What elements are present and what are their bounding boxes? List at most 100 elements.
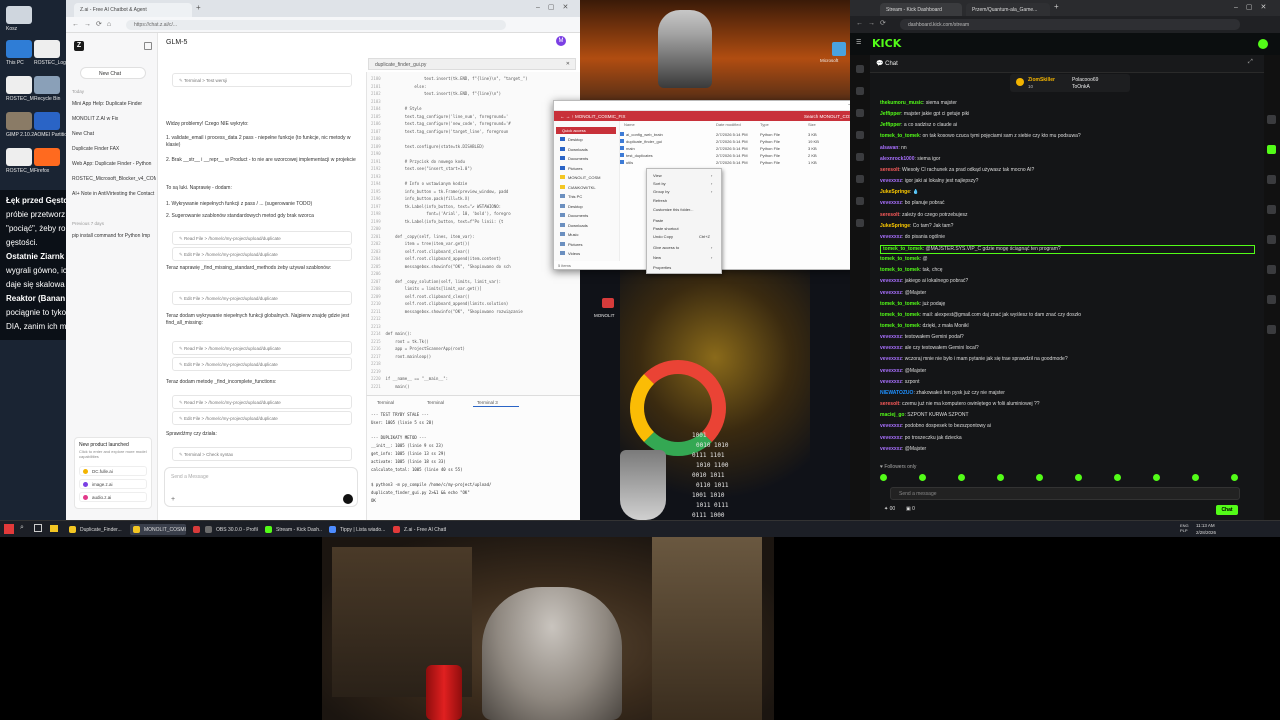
window-controls[interactable]: –▢✕ [536,3,576,11]
chat-message[interactable]: vevexxxz: igor jaki ai lokalny jest najl… [880,178,1255,184]
chat-message[interactable]: tomek_to_tomek: mail: alexpest@gmail.com… [880,312,1255,318]
tool-rail-icon[interactable] [1267,265,1276,274]
explorer-nav-item[interactable]: Downloads [560,222,588,228]
explorer-nav-item[interactable]: Pictures [560,241,582,247]
chat-username[interactable]: seresolt [880,167,899,173]
sidebar-nav-icon[interactable] [856,131,864,139]
chat-username[interactable]: tomek_to_tomek [880,133,920,139]
chat-username[interactable]: alexnrock1000 [880,156,914,162]
sidebar-toggle-icon[interactable] [144,42,152,50]
chat-username[interactable]: tomek_to_tomek [880,312,920,318]
chat-username[interactable]: alsavan [880,145,898,151]
chat-username[interactable]: JukeSpringe [880,223,910,229]
start-button[interactable] [4,524,14,534]
explorer-file-row[interactable]: test_duplicates 2/7/2026 5:14 PM Python Fi… [620,152,882,159]
chat-message[interactable]: vevexxxz: szpont [880,379,1255,385]
tool-rail-icon[interactable] [1267,205,1276,214]
attach-icon[interactable]: + [171,496,175,503]
chat-username[interactable]: tomek_to_tomek [883,246,923,252]
explorer-address[interactable]: ← → ↑ MONOLIT_COSMIC_FIX Search MONOLIT_… [554,111,882,121]
emote-icon[interactable] [1075,474,1082,481]
sidebar-nav-icon[interactable] [856,87,864,95]
emote-icon[interactable] [1036,474,1043,481]
desktop-folder-icon[interactable] [602,298,614,308]
explorer-nav-item[interactable]: Documents [560,156,588,161]
desktop-shortcut-icon[interactable] [6,148,32,166]
chat-message[interactable]: NIEWATOZUO: zhakowałeś ten pysk już czy … [880,390,1255,396]
chat-message[interactable]: seresolt: czemu już nie ma komputero owi… [880,401,1255,407]
nav-buttons[interactable]: ←→⟳ [856,19,891,27]
explorer-column-header[interactable]: Type [760,122,769,127]
profile-avatar[interactable] [1258,39,1268,49]
new-chat-button[interactable]: New Chat [80,67,146,79]
tool-rail-icon[interactable] [1267,235,1276,244]
terminal-tab[interactable]: Terminal 3 [473,398,519,407]
chat-username[interactable]: vevexxxz [880,278,902,284]
clock-date[interactable]: 2/28/2026 [1196,530,1216,535]
explorer-file-row[interactable]: ai_config_web_brain 2/7/2026 5:14 PM Pytho… [620,131,882,138]
chat-username[interactable]: vevexxxz [880,345,902,351]
context-menu-item[interactable]: Give access to › [653,245,717,250]
emote-icon[interactable] [1153,474,1160,481]
sidebar-nav-icon[interactable] [856,65,864,73]
emote-icon[interactable] [958,474,965,481]
desktop-file-icon[interactable] [832,42,846,56]
taskbar-app-button[interactable]: MONOLIT_COSMI... [130,524,186,535]
user-avatar[interactable]: M [556,36,566,46]
emote-icon[interactable] [880,474,887,481]
desktop-shortcut-icon[interactable] [34,148,60,166]
chat-username[interactable]: vevexxxz [880,290,902,296]
sidebar-nav-icon[interactable] [856,109,864,117]
chat-username[interactable]: tomek_to_tomek [880,301,920,307]
explorer-file-row[interactable]: duplicate_finder_gui 2/7/2026 5:14 PM Pyth… [620,138,882,145]
language-indicator[interactable]: ENG PLP [1180,523,1190,533]
terminal-tab[interactable]: Terminal [423,398,469,407]
taskbar-app-button[interactable]: Tippy | Lista wiado... [326,524,386,535]
chat-message[interactable]: vevexxxz: po troszeczku jak dziecka [880,435,1255,441]
chat-message[interactable]: alexnrock1000: siema igor [880,156,1255,162]
url-input[interactable]: https://chat.z.ai/c/... [126,20,506,30]
desktop-shortcut-icon[interactable] [34,112,60,130]
chat-send-button[interactable]: Chat [1216,505,1238,515]
history-item[interactable]: ROSTEC_Microsoft_Blocker_v4_COM [72,176,156,182]
history-item[interactable]: Duplicate Finder FAX [72,146,156,152]
chat-message[interactable]: vevexxxz: @Majster [880,368,1255,374]
close-icon[interactable]: ✕ [566,61,570,67]
context-menu-item[interactable]: Undo Copy Ctrl+Z [653,234,717,239]
emote-icon[interactable] [997,474,1004,481]
tool-call-card[interactable]: ✎ Edit File > /home/c/my-project/upload/… [172,357,352,371]
model-selector[interactable]: GLM-5 [166,39,187,46]
history-item[interactable]: Mini App Help: Duplicate Finder [72,101,156,107]
chat-message[interactable]: vevexxxz: @Majster [880,446,1255,452]
search-icon[interactable]: ⌕ [20,524,24,532]
explorer-nav-item[interactable]: This PC [560,194,582,199]
chat-username[interactable]: maciej_go [880,412,904,418]
explorer-nav-item[interactable]: Music [560,232,578,237]
tool-call-card[interactable]: ✎ Terminal > Test wersji [172,73,352,87]
points-counter[interactable]: ✦ 00 [884,506,895,512]
tool-call-card[interactable]: ✎ Edit File > /home/c/my-project/upload/… [172,411,352,425]
explorer-taskbar-icon[interactable] [50,525,58,532]
history-item[interactable]: pip install command for Python Imp [72,233,156,239]
chat-message[interactable]: vevexxxz: jakiego ai lokalnego pobrać? [880,278,1255,284]
chat-message[interactable]: vevexxxz: ale czy testowałem Gemini loca… [880,345,1255,351]
tab-quantum-game[interactable]: Przem/Quantum-ala_Game... [966,3,1050,16]
explorer-file-row[interactable]: main 2/7/2026 5:14 PM Python File 3 KB [620,145,882,152]
chat-message-input[interactable]: Send a message [890,487,1240,500]
tool-call-card[interactable]: ✎ Edit File > /home/c/my-project/upload/… [172,291,352,305]
window-controls[interactable]: –▢✕ [1234,3,1274,11]
context-menu-item[interactable]: Sort by › [653,181,717,186]
taskbar-app-button[interactable]: Duplicate_Finder... [66,524,126,535]
terminal-tab[interactable]: Terminal [373,398,419,407]
chat-message[interactable]: vevexxxz: wczoraj mnie nie było i mam py… [880,356,1255,362]
history-item[interactable]: MONOLIT Z.AI w Fix [72,116,156,122]
tool-rail-icon[interactable] [1267,145,1276,154]
tool-call-card[interactable]: ✎ Read File > /home/c/my-project/upload/… [172,231,352,245]
desktop-shortcut-icon[interactable] [6,76,32,94]
history-item[interactable]: AI+ Note in AntiVirtesting the Contact [72,191,156,197]
chat-username[interactable]: NIEWATOZUO [880,390,913,396]
chat-username[interactable]: seresolt [880,212,899,218]
chat-username[interactable]: JukeSpringe [880,189,910,195]
chat-username[interactable]: vevexxxz [880,423,902,429]
explorer-column-header[interactable]: Name [624,122,635,127]
